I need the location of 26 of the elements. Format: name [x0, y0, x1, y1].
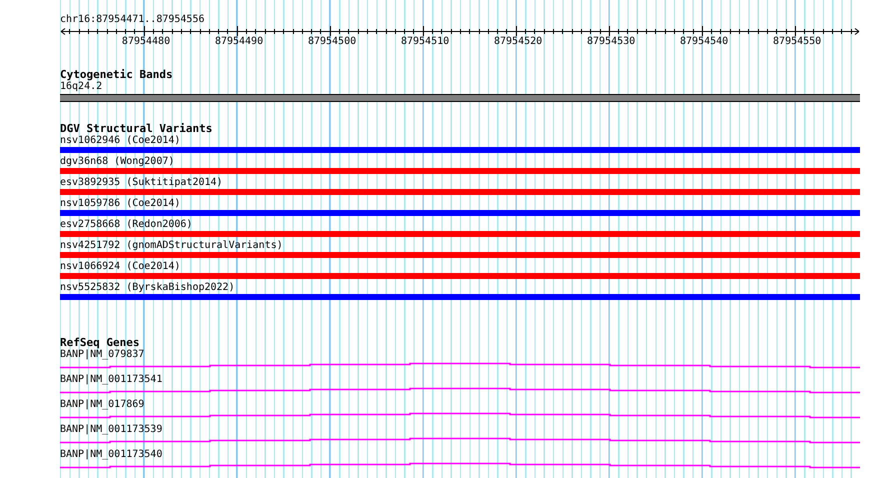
- tick-label: 87954510: [400, 36, 450, 47]
- tick-label: 87954490: [214, 36, 264, 47]
- feature-label: BANP|NM_079837: [60, 349, 144, 361]
- tick-label: 87954540: [680, 36, 728, 47]
- tick-label: 87954520: [494, 36, 542, 47]
- feature-label: nsv4251792 (gnomADStructuralVariants): [60, 240, 283, 252]
- feature-label: esv2758668 (Redon2006): [60, 219, 192, 231]
- feature-label: BANP|NM_001173539: [60, 424, 162, 436]
- feature-label: BANP|NM_001173541: [60, 374, 162, 386]
- tick-label: 87954500: [308, 36, 356, 47]
- track-title: RefSeq Genes: [60, 337, 140, 349]
- tick-label: 87954480: [122, 36, 170, 47]
- feature-label: nsv1066924 (Coe2014): [60, 261, 180, 273]
- feature-label: BANP|NM_017869: [60, 399, 144, 411]
- feature-label: nsv1062946 (Coe2014): [60, 135, 180, 147]
- track-title: DGV Structural Variants: [60, 123, 212, 135]
- feature-label: BANP|NM_001173540: [60, 449, 162, 461]
- tick-label: 87954550: [773, 36, 822, 47]
- feature-label: 16q24.2: [60, 81, 102, 93]
- feature-label: nsv5525832 (ByrskaBishop2022): [60, 282, 235, 294]
- tick-label: 87954530: [587, 36, 636, 47]
- feature-label: esv3892935 (Suktitipat2014): [60, 177, 223, 189]
- location-label: chr16:87954471..87954556: [60, 13, 204, 26]
- feature-label: dgv36n68 (Wong2007): [60, 156, 174, 168]
- track-title: Cytogenetic Bands: [60, 69, 173, 81]
- feature-label: nsv1059786 (Coe2014): [60, 198, 180, 210]
